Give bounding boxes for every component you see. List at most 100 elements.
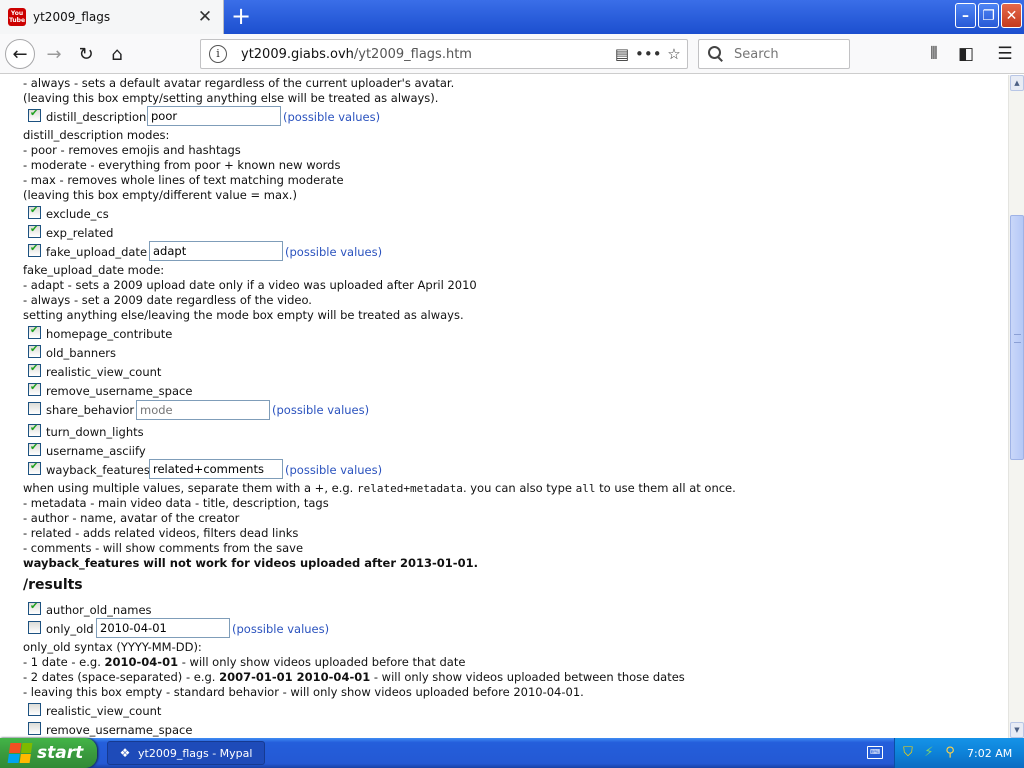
wayback-features-possible-values-link[interactable]: (possible values) [285, 463, 382, 477]
minimize-window-button[interactable]: – [955, 3, 976, 28]
exp-related-label: exp_related [46, 226, 114, 240]
only-old-two-dates-text: - 2 dates (space-separated) - e.g. 2007-… [23, 670, 685, 684]
fake-upload-date-heading: fake_upload_date mode: [23, 263, 165, 277]
distill-description-possible-values-link[interactable]: (possible values) [283, 110, 380, 124]
back-arrow-icon[interactable]: ← [5, 39, 35, 69]
wayback-intro-text-a: when using multiple values, separate the… [23, 481, 357, 495]
page-content: - always - sets a default avatar regardl… [0, 75, 1008, 738]
exclude-cs-checkbox[interactable] [28, 205, 41, 219]
taskbar: start ❖ yt2009_flags - Mypal ⌨ ⛉ ⚡ ⚲ 7:0… [0, 738, 1024, 768]
only-old-one-date-text: - 1 date - e.g. 2010-04-01 - will only s… [23, 655, 465, 669]
forward-arrow-icon[interactable]: → [41, 40, 67, 68]
share-behavior-input[interactable] [136, 400, 270, 420]
author-old-names-checkbox[interactable] [28, 601, 41, 615]
page-actions-icon[interactable]: ••• [635, 45, 662, 63]
search-tray-icon[interactable]: ⚲ [942, 745, 958, 761]
scroll-down-arrow-icon[interactable]: ▼ [1010, 722, 1024, 738]
turn-down-lights-checkbox[interactable] [28, 423, 41, 437]
only-old-input[interactable] [96, 618, 230, 638]
url-host: yt2009.giabs.ovh [241, 46, 354, 62]
avatar-note-text: (leaving this box empty/setting anything… [23, 91, 439, 105]
system-clock[interactable]: 7:02 AM [967, 747, 1012, 760]
turn-down-lights-label: turn_down_lights [46, 425, 144, 439]
results-realistic-view-count-label: realistic_view_count [46, 704, 162, 718]
distill-description-checkbox[interactable] [28, 108, 41, 122]
only-old-syntax-heading: only_old syntax (YYYY-MM-DD): [23, 640, 202, 654]
share-behavior-checkbox[interactable] [28, 402, 41, 415]
reader-view-icon[interactable]: ▤ [609, 45, 635, 63]
homepage-contribute-checkbox[interactable] [28, 325, 41, 339]
realistic-view-count-checkbox[interactable] [28, 363, 41, 377]
url-path: /yt2009_flags.htm [353, 46, 472, 62]
search-icon [708, 46, 724, 62]
wayback-comments-text: - comments - will show comments from the… [23, 541, 304, 555]
one-date-text-a: - 1 date - e.g. [23, 655, 105, 669]
close-window-button[interactable]: ✕ [1001, 3, 1022, 28]
results-section-heading: /results [23, 577, 83, 593]
sidebar-icon[interactable]: ◧ [953, 40, 979, 68]
distill-mode-moderate: - moderate - everything from poor + know… [23, 158, 341, 172]
reload-icon[interactable]: ↻ [73, 40, 99, 68]
scroll-up-arrow-icon[interactable]: ▲ [1010, 75, 1024, 91]
share-behavior-possible-values-link[interactable]: (possible values) [272, 403, 369, 417]
wayback-multiple-values-text: when using multiple values, separate the… [23, 481, 736, 495]
home-icon[interactable]: ⌂ [104, 40, 130, 68]
remove-username-space-label: remove_username_space [46, 384, 193, 398]
new-tab-icon[interactable]: + [230, 4, 252, 28]
url-text[interactable]: yt2009.giabs.ovh/yt2009_flags.htm [241, 47, 609, 62]
only-old-label: only_old [46, 622, 94, 636]
old-banners-checkbox[interactable] [28, 344, 41, 358]
distill-modes-heading: distill_description modes: [23, 128, 170, 142]
share-behavior-label: share_behavior [46, 403, 135, 417]
vertical-scrollbar[interactable]: ▲ ▼ [1008, 75, 1024, 738]
youtube-favicon-icon: You Tube [8, 8, 26, 26]
keyboard-layout-icon[interactable]: ⌨ [867, 746, 883, 759]
system-tray: ⛉ ⚡ ⚲ 7:02 AM [894, 738, 1024, 768]
fake-upload-date-input[interactable] [149, 241, 283, 261]
results-remove-username-space-checkbox[interactable] [28, 722, 41, 735]
remove-username-space-checkbox[interactable] [28, 382, 41, 396]
distill-description-label: distill_description [46, 110, 147, 124]
wayback-features-input[interactable] [149, 459, 283, 479]
only-old-empty-text: - leaving this box empty - standard beha… [23, 685, 584, 699]
results-remove-username-space-label: remove_username_space [46, 723, 193, 737]
restore-window-button[interactable]: ❐ [978, 3, 999, 28]
site-info-icon[interactable]: i [209, 45, 227, 63]
wayback-features-checkbox[interactable] [28, 461, 41, 475]
hamburger-menu-icon[interactable]: ☰ [992, 40, 1018, 68]
two-dates-text-a: - 2 dates (space-separated) - e.g. [23, 670, 220, 684]
close-tab-icon[interactable]: ✕ [197, 9, 213, 26]
network-icon[interactable]: ⚡ [921, 745, 937, 761]
distill-description-input[interactable] [147, 106, 281, 126]
search-box[interactable] [698, 39, 850, 69]
bookmark-star-icon[interactable]: ☆ [661, 45, 687, 63]
distill-mode-poor: - poor - removes emojis and hashtags [23, 143, 241, 157]
exp-related-checkbox[interactable] [28, 224, 41, 238]
author-old-names-label: author_old_names [46, 603, 152, 617]
distill-mode-max: - max - removes whole lines of text matc… [23, 173, 344, 187]
library-icon[interactable]: ⫴ [921, 40, 947, 68]
wayback-intro-text-b: . you can also type [462, 481, 576, 495]
realistic-view-count-label: realistic_view_count [46, 365, 162, 379]
username-asciify-checkbox[interactable] [28, 442, 41, 456]
wayback-intro-code-all: all [575, 482, 596, 495]
fake-upload-date-checkbox[interactable] [28, 243, 41, 257]
one-date-example: 2010-04-01 [104, 655, 179, 669]
security-shield-icon[interactable]: ⛉ [900, 745, 916, 761]
results-realistic-view-count-checkbox[interactable] [28, 703, 41, 716]
address-bar[interactable]: i yt2009.giabs.ovh/yt2009_flags.htm ▤ ••… [200, 39, 688, 69]
only-old-checkbox[interactable] [28, 621, 41, 634]
mypal-browser-icon: ❖ [119, 746, 131, 760]
browser-tab[interactable]: You Tube yt2009_flags ✕ [0, 0, 224, 34]
taskbar-window-label: yt2009_flags - Mypal [138, 746, 253, 760]
scrollbar-thumb[interactable] [1010, 215, 1024, 460]
username-asciify-label: username_asciify [46, 444, 146, 458]
only-old-possible-values-link[interactable]: (possible values) [232, 622, 329, 636]
wayback-metadata-text: - metadata - main video data - title, de… [23, 496, 329, 510]
search-input[interactable] [732, 45, 842, 63]
taskbar-window-mypal[interactable]: ❖ yt2009_flags - Mypal [107, 741, 265, 765]
fake-upload-date-possible-values-link[interactable]: (possible values) [285, 245, 382, 259]
start-button[interactable]: start [0, 738, 97, 768]
avatar-always-text: - always - sets a default avatar regardl… [23, 76, 455, 90]
start-label: start [37, 743, 84, 763]
